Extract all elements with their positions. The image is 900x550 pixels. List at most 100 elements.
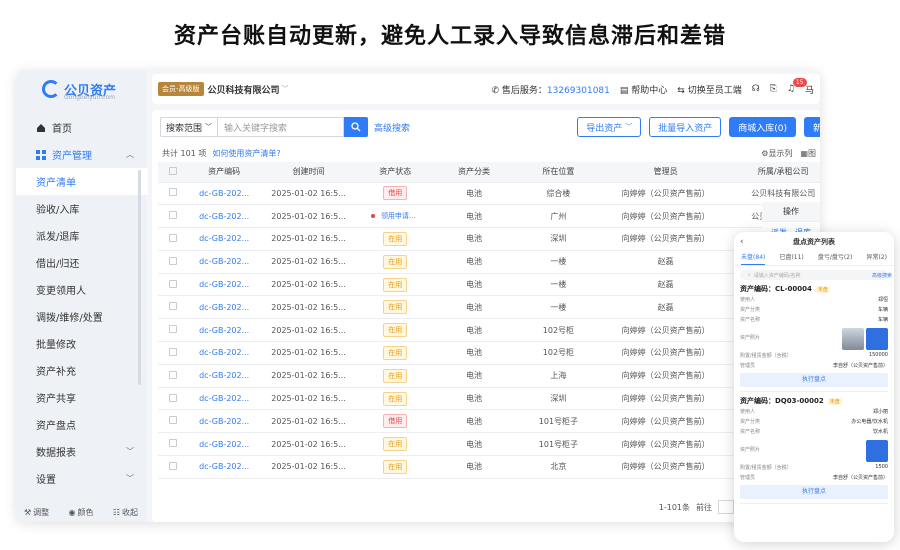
row-checkbox-cell[interactable] xyxy=(158,204,188,229)
display-columns-button[interactable]: ⚙显示列 xyxy=(761,148,792,159)
car-photo[interactable] xyxy=(842,328,864,350)
asset-code-cell[interactable]: dc-GB-202... xyxy=(187,227,261,251)
checkbox[interactable] xyxy=(168,302,177,311)
sidebar-item-inventory[interactable]: 资产盘点 xyxy=(16,411,146,438)
sidebar-item-home[interactable]: 首页 xyxy=(16,114,146,141)
tab-abnormal[interactable]: 异常(2) xyxy=(866,252,887,265)
row-checkbox-cell[interactable] xyxy=(158,250,188,274)
batch-import-button[interactable]: 批量导入资产 xyxy=(649,117,722,137)
sidebar-item-acceptance[interactable]: 验收/入库 xyxy=(16,195,146,222)
checkbox[interactable] xyxy=(168,416,177,425)
table-row[interactable]: dc-GB-202... 2025-01-02 16:5... 在用 电池 102号柜向… xyxy=(158,318,820,343)
column-header[interactable]: 创建时间 xyxy=(260,162,357,183)
checkbox[interactable] xyxy=(168,233,177,242)
column-header[interactable]: 资产编码 xyxy=(187,162,261,183)
row-checkbox-cell[interactable] xyxy=(158,295,188,320)
row-checkbox-cell[interactable] xyxy=(158,182,188,206)
mobile-advanced-search-link[interactable]: 高级搜索 xyxy=(872,272,892,279)
help-link[interactable]: 如何使用资产清单? xyxy=(212,148,280,159)
sidebar-group-asset[interactable]: 资产管理 ︿ xyxy=(16,141,146,168)
new-asset-button[interactable]: 新增 xyxy=(803,117,820,137)
export-icon[interactable]: ⎘ xyxy=(770,84,777,94)
search-button[interactable] xyxy=(344,117,369,137)
goto-page-input[interactable] xyxy=(718,500,734,514)
sidebar-item-batch-edit[interactable]: 批量修改 xyxy=(16,330,146,357)
checkbox[interactable] xyxy=(168,439,177,448)
service-phone[interactable]: 13269301081 xyxy=(547,86,610,96)
table-row[interactable]: dc-GB-202...2025-01-02 16:5...在用电池一楼赵磊公贝… xyxy=(158,250,820,274)
select-all-checkbox[interactable] xyxy=(158,162,188,183)
table-row[interactable]: dc-GB-202... 2025-01-02 16:5... 在用 电池 上海 向婷婷（… xyxy=(158,364,820,388)
export-assets-button[interactable]: 导出资产 ﹀ xyxy=(577,117,642,137)
checkbox[interactable] xyxy=(168,211,177,220)
back-icon[interactable]: ‹ xyxy=(740,237,744,247)
tab-unchecked[interactable]: 未盘(84) xyxy=(741,252,766,265)
checkbox[interactable] xyxy=(168,279,177,288)
doc-photo[interactable] xyxy=(866,328,888,350)
asset-code-cell[interactable]: dc-GB-202... xyxy=(187,455,261,479)
collapse-button[interactable]: ☷ 收起 xyxy=(113,507,138,518)
row-checkbox-cell[interactable] xyxy=(158,409,188,434)
table-row[interactable]: dc-GB-202...2025-01-02 16:5...在用电池一楼赵磊公贝… xyxy=(158,273,820,297)
table-row[interactable]: dc-GB-202... 2025-01-02 16:5... 在用 电池 深圳 向婷婷（… xyxy=(158,387,820,411)
column-header[interactable]: 资产状态 xyxy=(356,162,435,183)
checkbox[interactable] xyxy=(168,166,177,175)
table-row[interactable]: dc-GB-202...2025-01-02 16:5...在用电池一楼赵磊公贝… xyxy=(158,295,820,320)
asset-code-cell[interactable]: dc-GB-202... xyxy=(187,250,261,274)
checkbox[interactable] xyxy=(168,370,177,379)
asset-code-cell[interactable]: dc-GB-202... xyxy=(187,295,261,320)
sidebar-item-asset-list[interactable]: 资产清单 xyxy=(16,168,148,195)
checkbox[interactable] xyxy=(168,325,177,334)
advanced-search-link[interactable]: 高级搜索 xyxy=(374,121,410,134)
help-center-link[interactable]: ▤ 帮助中心 xyxy=(620,83,667,96)
sidebar-item-settings[interactable]: 设置 ﹀ xyxy=(16,465,146,492)
sidebar-item-report[interactable]: 数据报表 ﹀ xyxy=(16,438,146,465)
asset-code-cell[interactable]: dc-GB-202... xyxy=(187,318,261,343)
asset-code-cell[interactable]: dc-GB-202... xyxy=(187,204,261,229)
checkbox[interactable] xyxy=(168,188,177,197)
execute-inventory-button[interactable]: 执行盘点 xyxy=(740,485,888,499)
switch-employee-link[interactable]: ⇆ 切换至员工端 xyxy=(677,83,741,96)
bell-icon[interactable]: ♫ 15 xyxy=(787,78,807,94)
sidebar-item-change-user[interactable]: 变更领用人 xyxy=(16,276,146,303)
asset-code-cell[interactable]: dc-GB-202... xyxy=(187,273,261,297)
table-row[interactable]: dc-GB-202... 2025-01-02 16:5... 在用 电池 北京 向婷婷（… xyxy=(158,455,820,479)
tab-loss[interactable]: 盘亏/盘亏(2) xyxy=(818,252,853,265)
checkbox[interactable] xyxy=(168,256,177,265)
sidebar-item-dispatch[interactable]: 派发/退库 xyxy=(16,222,146,249)
row-checkbox-cell[interactable] xyxy=(158,432,188,457)
execute-inventory-button[interactable]: 执行盘点 xyxy=(740,373,888,387)
adjust-button[interactable]: ⚒ 调整 xyxy=(24,507,49,518)
search-scope-select[interactable]: 搜索范围 ﹀ xyxy=(160,117,219,137)
sidebar-item-lend[interactable]: 借出/归还 xyxy=(16,249,146,276)
asset-code-cell[interactable]: dc-GB-202... xyxy=(187,432,261,457)
asset-code-cell[interactable]: dc-GB-202... xyxy=(187,387,261,411)
checkbox[interactable] xyxy=(168,461,177,470)
row-checkbox-cell[interactable] xyxy=(158,387,188,411)
company-name[interactable]: 公贝科技有限公司 xyxy=(208,83,280,96)
color-button[interactable]: ◉ 颜色 xyxy=(69,507,94,518)
headset-icon[interactable]: ☊ xyxy=(752,84,760,94)
doc-photo[interactable] xyxy=(866,440,888,462)
table-row[interactable]: dc-GB-202... 2025-01-02 16:5... 在用 电池 深圳 向婷婷（… xyxy=(158,227,820,251)
row-checkbox-cell[interactable] xyxy=(158,341,188,365)
checkbox[interactable] xyxy=(168,347,177,356)
tab-checked[interactable]: 已盘(11) xyxy=(779,252,803,265)
sidebar-item-share[interactable]: 资产共享 xyxy=(16,384,146,411)
checkbox[interactable] xyxy=(168,393,177,402)
view-toggle-button[interactable]: ▦图 xyxy=(800,148,816,159)
sidebar-scrollbar[interactable] xyxy=(138,170,141,385)
row-checkbox-cell[interactable] xyxy=(158,364,188,388)
table-row[interactable]: dc-GB-202... 2025-01-02 16:5... 借用 电池 101号柜子… xyxy=(158,409,820,434)
sidebar-item-supplement[interactable]: 资产补充 xyxy=(16,357,146,384)
column-header[interactable]: 所在位置 xyxy=(513,162,603,183)
column-header[interactable]: 所属/承租公司 xyxy=(728,162,820,183)
asset-code-cell[interactable]: dc-GB-202... xyxy=(187,341,261,365)
column-header[interactable]: 资产分类 xyxy=(434,162,514,183)
table-row[interactable]: dc-GB-202... 2025-01-02 16:5... 领用申请... 电池广… xyxy=(158,204,820,229)
table-row[interactable]: dc-GB-202... 2025-01-02 16:5... 借用 电池 综合楼 向婷婷… xyxy=(158,182,820,206)
search-input[interactable]: 输入关键字搜索 xyxy=(218,117,345,137)
table-row[interactable]: dc-GB-202... 2025-01-02 16:5... 在用 电池 102号柜向… xyxy=(158,341,820,365)
column-header[interactable]: 管理员 xyxy=(602,162,729,183)
row-checkbox-cell[interactable] xyxy=(158,273,188,297)
